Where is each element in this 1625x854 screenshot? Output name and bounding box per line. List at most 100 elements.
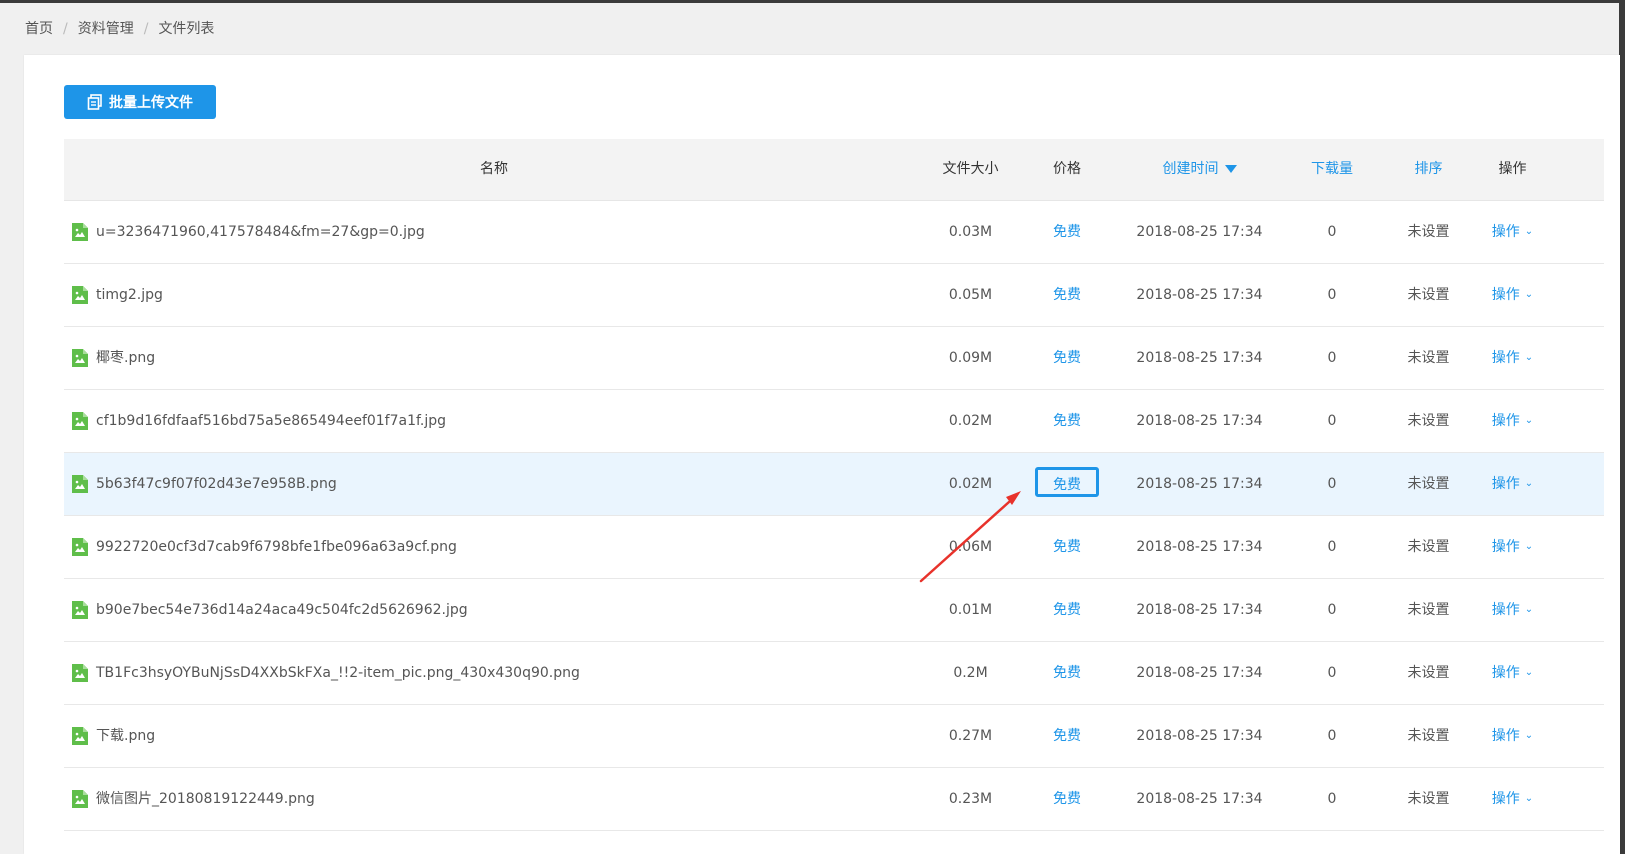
price-link[interactable]: 免费 xyxy=(1053,539,1081,555)
file-name[interactable]: u=3236471960,417578484&fm=27&gp=0.jpg xyxy=(96,201,425,263)
actions-dropdown[interactable]: 操作 ⌄ xyxy=(1492,539,1533,555)
download-count-cell: 0 xyxy=(1282,453,1382,515)
price-link[interactable]: 免费 xyxy=(1035,467,1099,497)
chevron-down-icon: ⌄ xyxy=(1524,541,1534,552)
price-link[interactable]: 免费 xyxy=(1053,350,1081,366)
sort-order-cell: 未设置 xyxy=(1382,390,1475,452)
file-name[interactable]: 9922720e0cf3d7cab9f6798bfe1fbe096a63a9cf… xyxy=(96,516,457,578)
sort-order: 未设置 xyxy=(1407,350,1450,366)
price-link[interactable]: 免费 xyxy=(1053,791,1081,807)
table-row: cf1b9d16fdfaaf516bd75a5e865494eef01f7a1f… xyxy=(64,390,1604,453)
column-header-actions: 操作 xyxy=(1498,161,1527,177)
download-count: 0 xyxy=(1327,224,1337,240)
table-row: 椰枣.png 0.09M 免费 2018-08-25 17:34 0 未设置 操作 ⌄ xyxy=(64,327,1604,390)
file-name-cell: 5b63f47c9f07f02d43e7e958B.png xyxy=(72,453,337,515)
breadcrumb: 首页 / 资料管理 / 文件列表 xyxy=(25,19,214,39)
actions-label: 操作 xyxy=(1491,413,1520,429)
download-count: 0 xyxy=(1327,728,1337,744)
table-row: 9922720e0cf3d7cab9f6798bfe1fbe096a63a9cf… xyxy=(64,516,1604,579)
file-size: 0.23M xyxy=(948,791,993,807)
file-size-cell: 0.02M xyxy=(924,390,1017,452)
file-name[interactable]: timg2.jpg xyxy=(96,264,163,326)
sort-order: 未设置 xyxy=(1407,413,1450,429)
price-link[interactable]: 免费 xyxy=(1053,728,1081,744)
file-name[interactable]: 5b63f47c9f07f02d43e7e958B.png xyxy=(96,453,337,515)
actions-label: 操作 xyxy=(1491,602,1520,618)
chevron-down-icon: ⌄ xyxy=(1524,604,1534,615)
actions-dropdown[interactable]: 操作 ⌄ xyxy=(1492,287,1533,303)
actions-label: 操作 xyxy=(1491,350,1520,366)
price-link[interactable]: 免费 xyxy=(1053,665,1081,681)
breadcrumb-material-management[interactable]: 资料管理 xyxy=(78,19,134,39)
chevron-down-icon: ⌄ xyxy=(1524,289,1534,300)
file-name[interactable]: 微信图片_20180819122449.png xyxy=(96,768,315,830)
file-size: 0.06M xyxy=(948,539,993,555)
created-time-cell: 2018-08-25 17:34 xyxy=(1117,327,1282,389)
file-size-cell: 0.09M xyxy=(924,327,1017,389)
file-size-cell: 0.01M xyxy=(924,579,1017,641)
price-link[interactable]: 免费 xyxy=(1053,602,1081,618)
image-file-icon xyxy=(72,223,88,241)
table-header: 名称 文件大小 价格 创建时间 下载量 排序 操作 xyxy=(64,139,1604,201)
actions-dropdown[interactable]: 操作 ⌄ xyxy=(1492,413,1533,429)
file-name-cell: u=3236471960,417578484&fm=27&gp=0.jpg xyxy=(72,201,425,263)
file-name[interactable]: 下载.png xyxy=(96,705,155,767)
file-name[interactable]: 椰枣.png xyxy=(96,327,155,389)
sort-order: 未设置 xyxy=(1407,602,1450,618)
file-size: 0.01M xyxy=(948,602,993,618)
column-header-created[interactable]: 创建时间 xyxy=(1117,139,1282,200)
column-header-sort[interactable]: 排序 xyxy=(1382,139,1475,200)
actions-dropdown[interactable]: 操作 ⌄ xyxy=(1492,602,1533,618)
price-link[interactable]: 免费 xyxy=(1053,287,1081,303)
created-time-cell: 2018-08-25 17:34 xyxy=(1117,579,1282,641)
file-name-cell: b90e7bec54e736d14a24aca49c504fc2d5626962… xyxy=(72,579,468,641)
actions-dropdown[interactable]: 操作 ⌄ xyxy=(1492,350,1533,366)
sort-order-cell: 未设置 xyxy=(1382,453,1475,515)
actions-dropdown[interactable]: 操作 ⌄ xyxy=(1492,791,1533,807)
download-count: 0 xyxy=(1327,476,1337,492)
actions-dropdown[interactable]: 操作 ⌄ xyxy=(1492,728,1533,744)
table-row: TB1Fc3hsyOYBuNjSsD4XXbSkFXa_!!2-item_pic… xyxy=(64,642,1604,705)
actions-label: 操作 xyxy=(1491,665,1520,681)
sort-order-cell: 未设置 xyxy=(1382,642,1475,704)
file-size-cell: 0.05M xyxy=(924,264,1017,326)
chevron-down-icon: ⌄ xyxy=(1524,415,1534,426)
created-time-cell: 2018-08-25 17:34 xyxy=(1117,768,1282,830)
file-name[interactable]: b90e7bec54e736d14a24aca49c504fc2d5626962… xyxy=(96,579,468,641)
breadcrumb-home[interactable]: 首页 xyxy=(25,19,53,39)
file-size: 0.2M xyxy=(953,665,988,681)
column-header-downloads[interactable]: 下载量 xyxy=(1282,139,1382,200)
sort-order-cell: 未设置 xyxy=(1382,579,1475,641)
column-header-created-label: 创建时间 xyxy=(1162,161,1219,177)
batch-upload-button[interactable]: 批量上传文件 xyxy=(64,85,216,119)
file-size-cell: 0.06M xyxy=(924,516,1017,578)
sort-order-cell: 未设置 xyxy=(1382,768,1475,830)
price-cell: 免费 xyxy=(1017,453,1117,515)
actions-cell: 操作 ⌄ xyxy=(1475,327,1550,389)
file-name[interactable]: cf1b9d16fdfaaf516bd75a5e865494eef01f7a1f… xyxy=(96,390,446,452)
chevron-down-icon: ⌄ xyxy=(1524,730,1534,741)
file-size-cell: 0.23M xyxy=(924,768,1017,830)
actions-dropdown[interactable]: 操作 ⌄ xyxy=(1492,665,1533,681)
actions-cell: 操作 ⌄ xyxy=(1475,453,1550,515)
actions-label: 操作 xyxy=(1491,476,1520,492)
image-file-icon xyxy=(72,664,88,682)
price-cell: 免费 xyxy=(1017,579,1117,641)
created-time: 2018-08-25 17:34 xyxy=(1136,224,1263,240)
image-file-icon xyxy=(72,286,88,304)
download-count: 0 xyxy=(1327,350,1337,366)
table-row: timg2.jpg 0.05M 免费 2018-08-25 17:34 0 未设置 操作 ⌄ xyxy=(64,264,1604,327)
sort-order-cell: 未设置 xyxy=(1382,201,1475,263)
chevron-down-icon: ⌄ xyxy=(1524,667,1534,678)
actions-cell: 操作 ⌄ xyxy=(1475,642,1550,704)
price-cell: 免费 xyxy=(1017,642,1117,704)
file-name[interactable]: TB1Fc3hsyOYBuNjSsD4XXbSkFXa_!!2-item_pic… xyxy=(96,642,580,704)
created-time: 2018-08-25 17:34 xyxy=(1136,476,1263,492)
image-file-icon xyxy=(72,727,88,745)
file-name-cell: cf1b9d16fdfaaf516bd75a5e865494eef01f7a1f… xyxy=(72,390,446,452)
actions-dropdown[interactable]: 操作 ⌄ xyxy=(1492,224,1533,240)
price-link[interactable]: 免费 xyxy=(1053,413,1081,429)
download-count-cell: 0 xyxy=(1282,579,1382,641)
price-link[interactable]: 免费 xyxy=(1053,224,1081,240)
actions-dropdown[interactable]: 操作 ⌄ xyxy=(1492,476,1533,492)
